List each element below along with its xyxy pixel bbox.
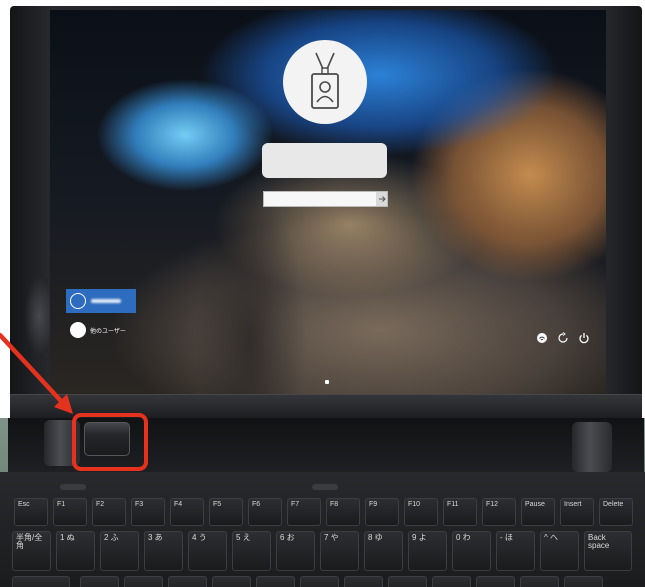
key[interactable] [256, 576, 295, 587]
deck-bump [312, 484, 338, 490]
key-f2[interactable]: F2 [92, 498, 126, 526]
other-user-label: 他のユーザー [90, 328, 126, 335]
key-label: F5 [213, 501, 222, 508]
key-label: 1 ぬ [60, 533, 75, 542]
key-label: F10 [408, 501, 421, 508]
user-list-item-other[interactable]: 他のユーザー [66, 318, 136, 342]
key-label: F6 [252, 501, 261, 508]
ease-of-access-button[interactable] [557, 332, 569, 344]
key-label: Back space [588, 533, 610, 551]
key-f9[interactable]: F9 [365, 498, 399, 526]
key-label: 3 あ [148, 533, 163, 542]
screen-dot [325, 380, 329, 384]
arrow-right-icon [378, 196, 386, 202]
number-row-key-3[interactable]: 3 あ [144, 531, 183, 571]
key-f12[interactable]: F12 [482, 498, 516, 526]
key-f1[interactable]: F1 [53, 498, 87, 526]
number-row-key-4[interactable]: 4 う [188, 531, 227, 571]
key-f7[interactable]: F7 [287, 498, 321, 526]
key[interactable] [80, 576, 119, 587]
number-row-key-7[interactable]: 7 や [320, 531, 359, 571]
right-hinge [572, 422, 612, 472]
submit-button[interactable] [376, 192, 387, 206]
key-label: 7 や [324, 533, 339, 542]
deck-bump [60, 484, 86, 490]
key[interactable] [12, 576, 70, 587]
user-circle-icon [70, 293, 86, 309]
number-row-key-10[interactable]: 0 わ [452, 531, 491, 571]
network-button[interactable] [536, 332, 548, 344]
number-row-key-0[interactable]: 半角/全角 [12, 531, 51, 571]
number-row-key-1[interactable]: 1 ぬ [56, 531, 95, 571]
laptop-photo: 他のユーザー Esc F1 F2 F3 F4 F5 F6 F7 F8 F9 F1… [0, 0, 645, 587]
key-pause[interactable]: Pause [521, 498, 555, 526]
user-list-item-selected[interactable] [66, 289, 136, 313]
key[interactable] [476, 576, 515, 587]
number-row-key-8[interactable]: 8 ゆ [364, 531, 403, 571]
key-label: F11 [447, 501, 459, 508]
key[interactable] [300, 576, 339, 587]
key-label: F8 [330, 501, 339, 508]
user-avatar [283, 40, 367, 124]
key-label: Pause [525, 501, 545, 508]
key-f11[interactable]: F11 [443, 498, 477, 526]
key-label: F1 [57, 501, 66, 508]
key-delete[interactable]: Delete [599, 498, 633, 526]
key-label: 8 ゆ [368, 533, 383, 542]
username-display [262, 143, 387, 178]
key-label: 2 ふ [104, 533, 119, 542]
key-label: - ほ [500, 533, 513, 542]
key-f3[interactable]: F3 [131, 498, 165, 526]
ease-of-access-icon [558, 332, 568, 343]
key-label: 5 え [236, 533, 251, 542]
key-label: ^ へ [544, 533, 558, 542]
key-f10[interactable]: F10 [404, 498, 438, 526]
number-row-key-5[interactable]: 5 え [232, 531, 271, 571]
key[interactable] [564, 576, 603, 587]
highlight-box [72, 413, 148, 471]
key-label: 9 よ [412, 533, 427, 542]
key-label: Esc [18, 501, 30, 508]
key-label: Insert [564, 501, 582, 508]
key[interactable] [432, 576, 471, 587]
key[interactable] [388, 576, 427, 587]
key-label: 0 わ [456, 533, 471, 542]
blurred-user-name [91, 299, 121, 303]
number-row-key-12[interactable]: ^ へ [540, 531, 579, 571]
number-row-key-13[interactable]: Back space [584, 531, 632, 571]
key-label: 6 お [280, 533, 295, 542]
key-label: 半角/全角 [16, 533, 43, 551]
number-row-key-11[interactable]: - ほ [496, 531, 535, 571]
power-icon [579, 333, 589, 344]
key-label: F3 [135, 501, 144, 508]
id-badge-icon [311, 52, 339, 109]
key-f5[interactable]: F5 [209, 498, 243, 526]
key[interactable] [520, 576, 559, 587]
network-icon [537, 333, 547, 343]
number-row-key-9[interactable]: 9 よ [408, 531, 447, 571]
key[interactable] [344, 576, 383, 587]
key-f8[interactable]: F8 [326, 498, 360, 526]
key-label: F9 [369, 501, 378, 508]
key-f4[interactable]: F4 [170, 498, 204, 526]
key-label: Delete [603, 501, 624, 508]
key-label: F7 [291, 501, 300, 508]
number-row-key-6[interactable]: 6 お [276, 531, 315, 571]
key-f6[interactable]: F6 [248, 498, 282, 526]
key-label: F12 [486, 501, 499, 508]
number-row-key-2[interactable]: 2 ふ [100, 531, 139, 571]
password-input[interactable] [263, 191, 388, 207]
key-esc[interactable]: Esc [14, 498, 48, 526]
key-insert[interactable]: Insert [560, 498, 594, 526]
key-label: F4 [174, 501, 183, 508]
key[interactable] [124, 576, 163, 587]
user-circle-icon [70, 322, 86, 338]
key-label: F2 [96, 501, 105, 508]
power-button[interactable] [578, 332, 590, 344]
key[interactable] [168, 576, 207, 587]
key[interactable] [212, 576, 251, 587]
key-label: 4 う [192, 533, 207, 542]
lock-screen: 他のユーザー [50, 10, 606, 394]
